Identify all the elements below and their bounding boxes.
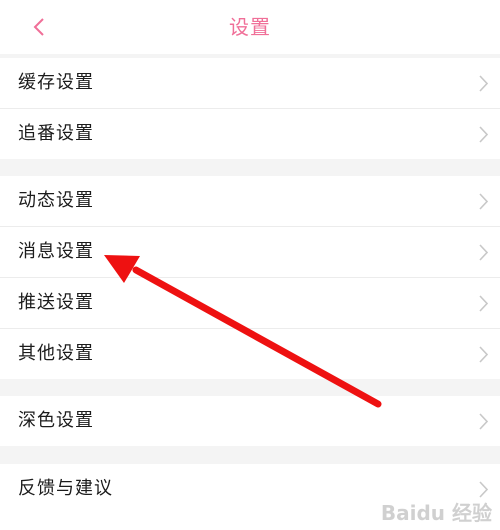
nav-bar: 设置: [0, 0, 500, 54]
chevron-right-icon: [479, 193, 488, 210]
dynamic-settings-item[interactable]: 动态设置: [0, 176, 500, 227]
chevron-right-icon: [479, 295, 488, 312]
page-title: 设置: [229, 15, 271, 39]
chevron-right-icon: [479, 481, 488, 498]
message-settings-label: 消息设置: [18, 241, 94, 262]
follow-anime-settings-label: 追番设置: [18, 123, 94, 144]
settings-group-appearance: 深色设置: [0, 396, 500, 446]
dark-mode-settings-label: 深色设置: [18, 410, 94, 431]
message-settings-item[interactable]: 消息设置: [0, 227, 500, 278]
other-settings-item[interactable]: 其他设置: [0, 329, 500, 379]
feedback-label: 反馈与建议: [18, 478, 113, 499]
cache-settings-item[interactable]: 缓存设置: [0, 58, 500, 109]
push-settings-item[interactable]: 推送设置: [0, 278, 500, 329]
settings-group-notifications: 动态设置 消息设置 推送设置 其他设置: [0, 176, 500, 379]
chevron-right-icon: [479, 75, 488, 92]
other-settings-label: 其他设置: [18, 343, 94, 364]
follow-anime-settings-item[interactable]: 追番设置: [0, 109, 500, 159]
dark-mode-settings-item[interactable]: 深色设置: [0, 396, 500, 446]
push-settings-label: 推送设置: [18, 292, 94, 313]
chevron-right-icon: [479, 346, 488, 363]
chevron-right-icon: [479, 126, 488, 143]
chevron-right-icon: [479, 244, 488, 261]
settings-group-storage: 缓存设置 追番设置: [0, 58, 500, 159]
settings-page: 设置 缓存设置 追番设置 动态设置 消息设置 推送设置 其他设置 深色设置 反馈…: [0, 0, 500, 530]
watermark: Baidu 经验: [380, 501, 492, 525]
cache-settings-label: 缓存设置: [18, 72, 94, 93]
dynamic-settings-label: 动态设置: [18, 190, 94, 211]
chevron-right-icon: [479, 413, 488, 430]
